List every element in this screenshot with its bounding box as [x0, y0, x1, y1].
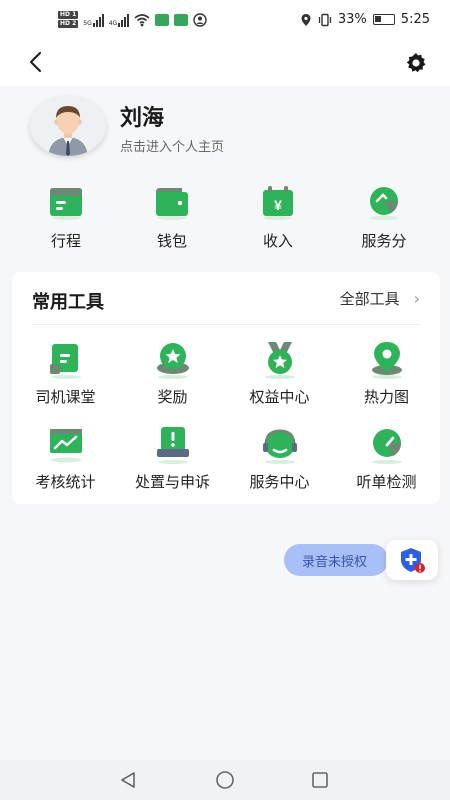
driver-name: 刘海: [120, 106, 165, 131]
divider: [32, 324, 420, 325]
all-tools-label: 全部工具: [339, 290, 400, 308]
quick-action-income[interactable]: ¥ 收入: [234, 182, 322, 256]
tool-label: 处置与申诉: [134, 473, 210, 491]
network-2-label: 4G: [108, 19, 118, 27]
quick-action-label: 服务分: [361, 232, 407, 250]
service-center-icon: [262, 429, 297, 464]
recording-label: 录音未授权: [302, 554, 368, 570]
tool-appeal[interactable]: 处置与申诉: [119, 423, 226, 492]
location-icon: [301, 13, 311, 26]
recents-square-icon[interactable]: [310, 770, 330, 790]
message-2-icon: [174, 13, 189, 26]
shield-icon: [401, 548, 425, 573]
quick-action-label: 钱包: [156, 232, 187, 250]
assessment-icon: [49, 429, 82, 463]
safety-shield-button[interactable]: [386, 540, 438, 580]
battery-percent: 33%: [337, 12, 367, 27]
tool-label: 热力图: [363, 388, 409, 406]
quick-actions: 行程 钱包 ¥ 收入 服务分: [0, 182, 450, 256]
signal-icon: 5G: [83, 13, 104, 27]
tool-label: 奖励: [157, 388, 188, 406]
tool-label: 考核统计: [35, 473, 96, 491]
profile-hint[interactable]: 点击进入个人主页: [120, 136, 224, 155]
hd-icon: HD 1 HD 2: [58, 11, 79, 28]
vibrate-icon: [318, 13, 332, 26]
quick-action-label: 收入: [262, 232, 293, 250]
system-navigation-bar: [0, 760, 450, 800]
tool-driver-class[interactable]: 司机课堂: [12, 338, 119, 407]
tool-label: 司机课堂: [35, 388, 96, 406]
network-1-label: 5G: [83, 19, 92, 27]
message-icon: [155, 13, 170, 26]
quick-action-wallet[interactable]: 钱包: [128, 182, 216, 256]
wifi-icon: [134, 13, 150, 26]
recording-unauthorized-button[interactable]: 录音未授权: [284, 544, 388, 576]
tools-grid: 司机课堂 奖励 权益中心 热力图 考核统计 处置与申诉 服务中心 听单检测: [12, 338, 440, 492]
itinerary-icon: [50, 188, 82, 220]
home-circle-icon[interactable]: [215, 770, 235, 790]
wallet-icon: [156, 188, 188, 220]
benefits-icon: [264, 342, 295, 379]
svg-text:¥: ¥: [274, 197, 282, 213]
order-detect-icon: [371, 429, 402, 464]
driver-class-icon: [49, 344, 81, 379]
tool-service-center[interactable]: 服务中心: [226, 423, 333, 492]
back-triangle-icon[interactable]: [118, 770, 138, 790]
signal-2-icon: 4G: [108, 13, 130, 27]
appeal-icon: [156, 427, 189, 464]
account-icon: [193, 12, 207, 27]
battery-icon: [372, 14, 395, 25]
quick-action-itinerary[interactable]: 行程: [22, 182, 110, 256]
profile-section[interactable]: 刘海 点击进入个人主页: [0, 86, 450, 170]
tool-order-detect[interactable]: 听单检测: [333, 423, 440, 492]
quick-action-label: 行程: [50, 232, 81, 250]
status-right: 33% 5:25: [300, 12, 430, 27]
tool-label: 权益中心: [249, 388, 310, 406]
service-score-icon: [370, 187, 398, 220]
tool-assessment[interactable]: 考核统计: [12, 423, 119, 492]
tool-heatmap[interactable]: 热力图: [333, 338, 440, 407]
quick-action-service-score[interactable]: 服务分: [340, 182, 428, 256]
avatar[interactable]: [30, 96, 106, 156]
reward-icon: [156, 343, 189, 379]
all-tools-link[interactable]: 全部工具 ›: [340, 288, 420, 309]
tool-label: 服务中心: [249, 473, 310, 491]
status-bar: HD 1 HD 2 5G 4G 33% 5:25: [0, 0, 450, 42]
tool-reward[interactable]: 奖励: [119, 338, 226, 407]
clock: 5:25: [400, 12, 430, 27]
avatar-illustration: [48, 106, 88, 156]
tool-benefits[interactable]: 权益中心: [226, 338, 333, 407]
tool-label: 听单检测: [356, 473, 417, 491]
income-icon: ¥: [263, 186, 293, 220]
card-title: 常用工具: [32, 292, 104, 313]
chevron-left-icon[interactable]: [24, 50, 48, 74]
status-left: HD 1 HD 2 5G 4G: [58, 11, 207, 28]
common-tools-card: 常用工具 全部工具 › 司机课堂 奖励 权益中心 热力图 考核统计 处置与申诉 …: [12, 272, 440, 504]
gear-icon[interactable]: [404, 51, 428, 75]
chevron-right-icon: ›: [413, 289, 420, 308]
heatmap-icon: [371, 342, 402, 379]
app-header: [0, 42, 450, 86]
